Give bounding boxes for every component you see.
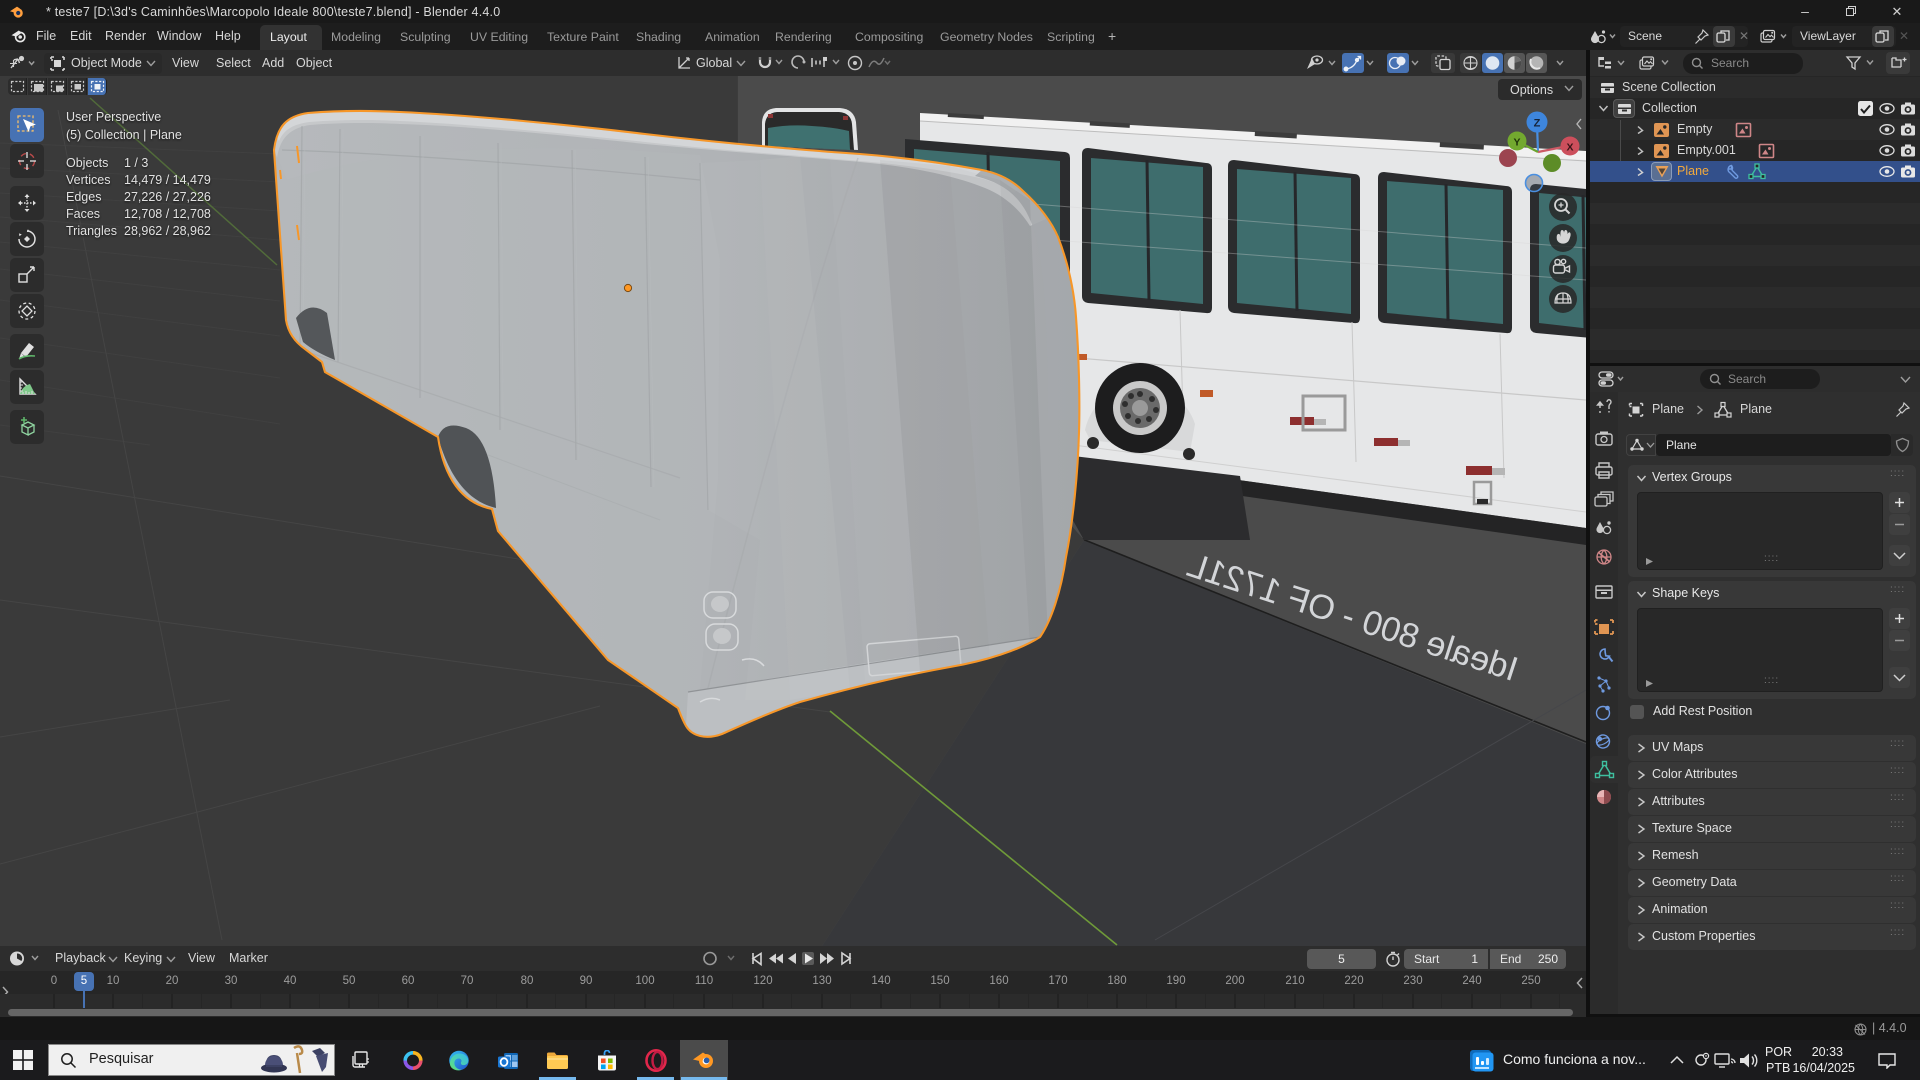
svg-text:X: X	[1566, 142, 1573, 154]
svg-text:Options: Options	[1510, 83, 1553, 97]
svg-text:Z: Z	[1534, 118, 1541, 130]
svg-text:Y: Y	[1513, 137, 1520, 149]
